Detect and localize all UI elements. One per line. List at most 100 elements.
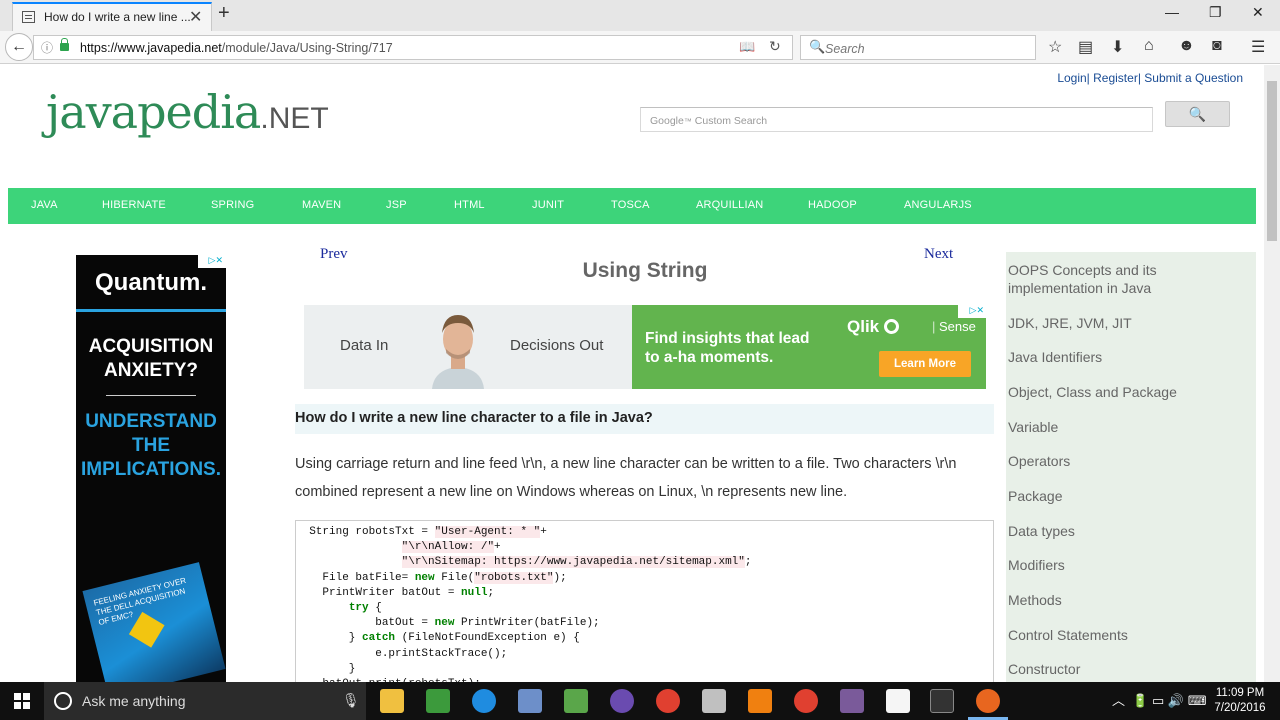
menu-item-maven[interactable]: MAVEN: [302, 199, 341, 211]
sidebar-item-identifiers[interactable]: Java Identifiers: [1008, 348, 1248, 366]
sidebar-item-data-types[interactable]: Data types: [1008, 522, 1248, 540]
vlc-icon[interactable]: [748, 689, 772, 713]
code-line: batOut = new PrintWriter(batFile);: [296, 617, 600, 630]
ad-divider: [76, 309, 226, 312]
network-app-icon[interactable]: [518, 689, 542, 713]
question-text: How do I write a new line character to a…: [295, 410, 653, 426]
snipping-tool-icon[interactable]: [702, 689, 726, 713]
document-icon[interactable]: [886, 689, 910, 713]
maximize-icon[interactable]: ❐: [1209, 4, 1222, 21]
menu-item-arquillian[interactable]: ARQUILLIAN: [696, 199, 763, 211]
pocket-icon[interactable]: ◙: [1212, 37, 1222, 55]
internet-explorer-icon[interactable]: [472, 689, 496, 713]
menu-item-html[interactable]: HTML: [454, 199, 485, 211]
submit-question-link[interactable]: Submit a Question: [1141, 71, 1243, 85]
register-link[interactable]: Register|: [1090, 71, 1141, 85]
eclipse-icon[interactable]: [610, 689, 634, 713]
file-explorer-icon[interactable]: [380, 689, 404, 713]
sidebar-item-jdk[interactable]: JDK, JRE, JVM, JIT: [1008, 314, 1248, 332]
learn-more-button[interactable]: Learn More: [879, 351, 971, 377]
search-button[interactable]: 🔍: [1165, 101, 1230, 127]
cortana-placeholder: Ask me anything: [82, 693, 186, 709]
logo-net: .NET: [260, 102, 329, 135]
menu-item-hadoop[interactable]: HADOOP: [808, 199, 857, 211]
web-page: Login| Register| Submit a Question javap…: [0, 65, 1264, 682]
sidebar-item-package[interactable]: Package: [1008, 487, 1248, 505]
menu-hamburger-icon[interactable]: ☰: [1251, 37, 1265, 57]
sidebar-item-oops[interactable]: OOPS Concepts and its implementation in …: [1008, 261, 1248, 297]
page-scrollbar[interactable]: [1264, 65, 1280, 682]
menu-item-hibernate[interactable]: HIBERNATE: [102, 199, 166, 211]
cortana-icon: [54, 692, 72, 710]
cortana-search-box[interactable]: Ask me anything 🎙: [44, 682, 366, 720]
url-host: https://www.javapedia.net: [80, 41, 222, 55]
qlik-banner-ad[interactable]: Data In Decisions Out Find insights that…: [304, 305, 986, 389]
qlik-q-icon: [883, 319, 899, 334]
clock-time: 11:09 PM: [1215, 687, 1265, 699]
hello-chat-icon[interactable]: ☻: [1178, 37, 1195, 55]
bookmark-star-icon[interactable]: ☆: [1048, 37, 1062, 57]
ad-book-graphic: FEELING ANXIETY OVER THE DELL ACQUISITIO…: [82, 562, 226, 682]
firefox-icon[interactable]: [976, 689, 1000, 713]
site-logo[interactable]: javapedia.NET: [46, 85, 329, 139]
qlik-insight-text: Find insights that lead to a-ha moments.: [645, 330, 810, 366]
new-tab-icon[interactable]: +: [218, 2, 230, 25]
system-clock[interactable]: 11:09 PM 7/20/2016: [1212, 686, 1268, 716]
download-icon[interactable]: ⬇: [1111, 37, 1124, 57]
library-icon[interactable]: ▤: [1078, 37, 1093, 57]
windows-taskbar: Ask me anything 🎙 ︿ 🔋 ▭ 🔊 ⌨ 11:09 PM 7/2…: [0, 682, 1280, 720]
sidebar-item-object-class[interactable]: Object, Class and Package: [1008, 383, 1248, 401]
tab-title: How do I write a new line ...: [44, 10, 191, 24]
login-link[interactable]: Login|: [1057, 71, 1089, 85]
url-bar[interactable]: ⓘ https://www.javapedia.net/module/Java/…: [33, 35, 793, 60]
qlik-logo: Qlik: [847, 317, 899, 337]
reload-icon[interactable]: ↻: [769, 38, 781, 55]
app-icon[interactable]: [840, 689, 864, 713]
url-text: https://www.javapedia.net/module/Java/Us…: [80, 41, 393, 55]
sidebar-item-control-statements[interactable]: Control Statements: [1008, 626, 1248, 644]
secure-lock-icon: [60, 38, 69, 51]
google-tm: ™: [683, 117, 692, 126]
quantum-banner-ad[interactable]: ▷✕ Quantum. ACQUISITION ANXIETY? UNDERST…: [76, 255, 226, 682]
chrome-icon[interactable]: [656, 689, 680, 713]
minimize-icon[interactable]: —: [1165, 4, 1179, 20]
search-box[interactable]: 🔍 Search: [800, 35, 1036, 60]
sidebar-item-variable[interactable]: Variable: [1008, 418, 1248, 436]
menu-item-angularjs[interactable]: ANGULARJS: [904, 199, 972, 211]
menu-item-junit[interactable]: JUNIT: [532, 199, 564, 211]
close-tab-icon[interactable]: ✕: [189, 7, 202, 27]
sidebar-item-constructor[interactable]: Constructor: [1008, 660, 1248, 678]
page-favicon-icon: [22, 11, 35, 23]
close-window-icon[interactable]: ✕: [1252, 4, 1264, 21]
reader-view-icon[interactable]: 📖: [739, 39, 755, 55]
sidebar-item-methods[interactable]: Methods: [1008, 591, 1248, 609]
command-prompt-icon[interactable]: [930, 689, 954, 713]
menu-item-tosca[interactable]: TOSCA: [611, 199, 650, 211]
code-line: "\r\nAllow: /"+: [401, 541, 501, 554]
menu-item-java[interactable]: JAVA: [31, 199, 58, 211]
custom-search-label: Custom Search: [694, 115, 768, 127]
store-icon[interactable]: [426, 689, 450, 713]
menu-item-jsp[interactable]: JSP: [386, 199, 407, 211]
menu-item-spring[interactable]: SPRING: [211, 199, 254, 211]
microphone-icon[interactable]: 🎙: [342, 692, 360, 709]
chrome-icon-2[interactable]: [794, 689, 818, 713]
windows-start-icon[interactable]: [14, 693, 30, 709]
adchoices-icon[interactable]: ▷✕: [198, 255, 226, 268]
notepad-plus-icon[interactable]: [564, 689, 588, 713]
qlik-data-in: Data In: [340, 337, 389, 354]
sidebar-item-operators[interactable]: Operators: [1008, 452, 1248, 470]
sidebar-item-modifiers[interactable]: Modifiers: [1008, 556, 1248, 574]
browser-tab[interactable]: How do I write a new line ... ✕: [12, 2, 212, 31]
search-placeholder: Search: [825, 42, 865, 56]
code-line: try {: [348, 602, 382, 615]
system-tray[interactable]: ︿ 🔋 ▭ 🔊 ⌨: [1112, 690, 1206, 709]
account-links: Login| Register| Submit a Question: [1057, 71, 1243, 85]
site-info-icon[interactable]: ⓘ: [41, 39, 53, 56]
home-icon[interactable]: ⌂: [1144, 37, 1154, 55]
qlik-decisions-out: Decisions Out: [510, 337, 604, 354]
back-button[interactable]: ←: [5, 33, 33, 61]
scrollbar-thumb[interactable]: [1267, 81, 1277, 241]
google-custom-search-input[interactable]: Google™ Custom Search: [640, 107, 1153, 132]
adchoices-icon[interactable]: ▷✕: [958, 305, 986, 318]
